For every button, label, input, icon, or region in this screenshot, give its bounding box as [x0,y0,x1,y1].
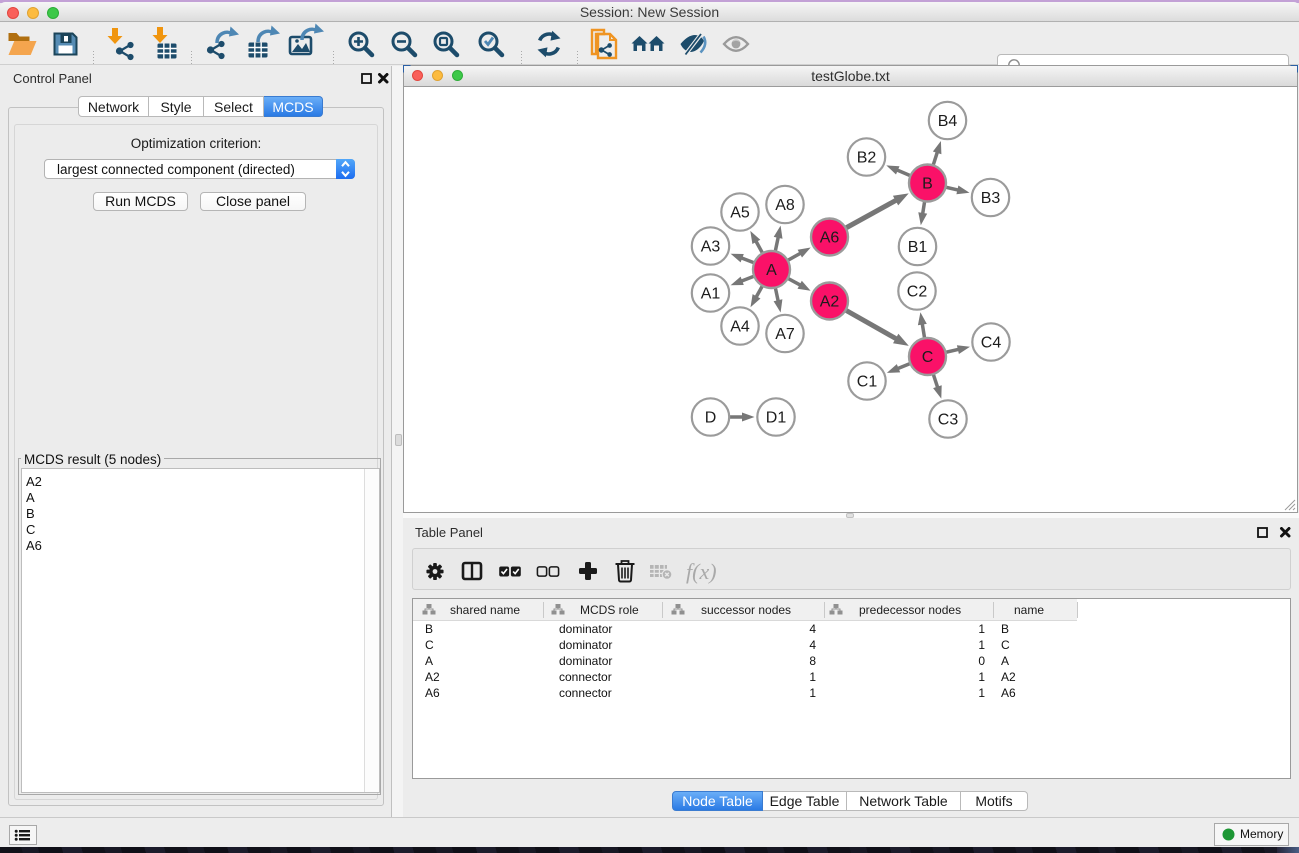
svg-text:f(x): f(x) [686,559,717,584]
svg-text:D1: D1 [766,410,787,427]
svg-text:A6: A6 [820,230,840,247]
svg-text:C2: C2 [907,284,928,301]
svg-text:A8: A8 [775,197,795,214]
svg-text:B2: B2 [857,150,877,167]
svg-text:A3: A3 [701,239,721,256]
svg-text:A: A [766,262,777,279]
svg-text:C: C [922,349,934,366]
svg-text:B1: B1 [908,239,928,256]
svg-text:D: D [705,410,717,427]
svg-text:B4: B4 [938,113,958,130]
svg-text:A7: A7 [775,326,795,343]
svg-text:C1: C1 [857,374,878,391]
svg-text:A4: A4 [730,319,750,336]
svg-text:B: B [922,176,933,193]
svg-text:C4: C4 [981,335,1002,352]
svg-text:A2: A2 [820,294,840,311]
svg-text:C3: C3 [938,412,959,429]
svg-text:A5: A5 [730,205,750,222]
svg-text:A1: A1 [701,286,721,303]
svg-text:B3: B3 [981,190,1001,207]
